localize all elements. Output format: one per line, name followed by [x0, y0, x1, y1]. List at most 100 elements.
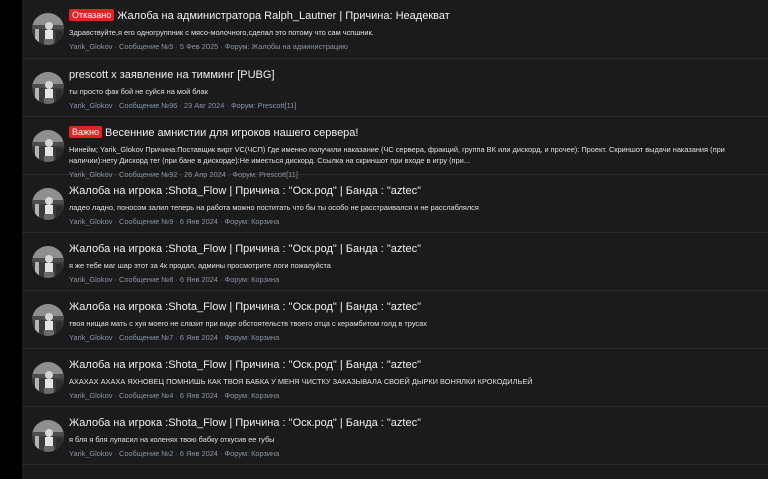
forum-label: Форум:: [224, 42, 250, 51]
meta-separator: ·: [219, 217, 223, 226]
search-results-list: Отказано Жалоба на администратора Ralph_L…: [22, 0, 768, 479]
thread-title-link[interactable]: Жалоба на игрока :Shota_Flow | Причина :…: [69, 358, 760, 372]
result-meta: Yarik_Glokov · Сообщение №96 · 23 Авг 20…: [69, 101, 760, 111]
author-link[interactable]: Yarik_Glokov: [69, 333, 112, 342]
forum-link[interactable]: Корзина: [251, 217, 279, 226]
post-snippet[interactable]: ладео ладно, поносом залил теперь на раб…: [69, 202, 760, 213]
meta-separator: ·: [219, 333, 223, 342]
result-content: Важно Весенние амнистии для игроков нашег…: [69, 126, 760, 180]
thread-prefix-badge: Важно: [69, 126, 103, 138]
search-result-row: Жалоба на игрока :Shota_Flow | Причина :…: [22, 175, 768, 233]
thread-title-text[interactable]: Жалоба на игрока :Shota_Flow | Причина :…: [69, 185, 421, 197]
thread-title-text[interactable]: Жалоба на игрока :Shota_Flow | Причина :…: [69, 301, 421, 313]
forum-link[interactable]: Prescott[11]: [258, 101, 297, 110]
forum-link[interactable]: Корзина: [251, 449, 279, 458]
post-snippet[interactable]: ты просто фак бой не суйся на мой блак: [69, 86, 760, 97]
result-meta: Yarik_Glokov · Сообщение №8 · 6 Янв 2024…: [69, 275, 760, 285]
author-link[interactable]: Yarik_Glokov: [69, 42, 112, 51]
avatar[interactable]: [32, 130, 64, 162]
message-number[interactable]: Сообщение №9: [119, 217, 173, 226]
author-link[interactable]: Yarik_Glokov: [69, 275, 112, 284]
message-number[interactable]: Сообщение №5: [119, 42, 173, 51]
result-meta: Yarik_Glokov · Сообщение №4 · 6 Янв 2024…: [69, 391, 760, 401]
thread-title-link[interactable]: Жалоба на игрока :Shota_Flow | Причина :…: [69, 242, 760, 256]
thread-title-text[interactable]: Жалоба на администратора Ralph_Lautner |…: [117, 10, 450, 22]
meta-separator: ·: [114, 217, 117, 226]
post-snippet[interactable]: я же тебе маг шар этот за 4к продал, адм…: [69, 260, 760, 271]
thread-title-link[interactable]: Жалоба на игрока :Shota_Flow | Причина :…: [69, 184, 760, 198]
author-link[interactable]: Yarik_Glokov: [69, 449, 112, 458]
message-number[interactable]: Сообщение №4: [119, 391, 173, 400]
avatar[interactable]: [32, 420, 64, 452]
avatar[interactable]: [32, 188, 64, 220]
thread-prefix-badge: Отказано: [69, 9, 115, 21]
result-meta: Yarik_Glokov · Сообщение №2 · 6 Янв 2024…: [69, 449, 760, 459]
message-number[interactable]: Сообщение №96: [119, 101, 177, 110]
forum-label: Форум:: [224, 391, 250, 400]
post-date: 6 Янв 2024: [179, 275, 218, 284]
thread-title-text[interactable]: prescott x заявление на тимминг [PUBG]: [69, 69, 275, 81]
author-link[interactable]: Yarik_Glokov: [69, 101, 112, 110]
thread-title-link[interactable]: prescott x заявление на тимминг [PUBG]: [69, 68, 760, 82]
message-number[interactable]: Сообщение №2: [119, 449, 173, 458]
author-link[interactable]: Yarik_Glokov: [69, 391, 112, 400]
post-snippet[interactable]: Здравствуйте,я его одногруппник с мясо-м…: [69, 27, 760, 38]
meta-separator: ·: [226, 101, 229, 110]
search-result-row: Жалоба на игрока :Shota_Flow | Причина :…: [22, 233, 768, 291]
result-content: Жалоба на игрока :Shota_Flow | Причина :…: [69, 358, 760, 401]
meta-separator: ·: [179, 101, 182, 110]
post-snippet[interactable]: АХАХАХ АХАХА ЯХНОВЕЦ ПОМНИШЬ КАК ТВОЯ БА…: [69, 376, 760, 387]
forum-link[interactable]: Корзина: [251, 391, 279, 400]
avatar[interactable]: [32, 362, 64, 394]
forum-label: Форум:: [224, 275, 250, 284]
post-date: 5 Фев 2025: [179, 42, 219, 51]
forum-label: Форум:: [224, 217, 250, 226]
post-date: 23 Авг 2024: [184, 101, 225, 110]
thread-title-text[interactable]: Жалоба на игрока :Shota_Flow | Причина :…: [69, 243, 421, 255]
meta-separator: ·: [219, 391, 223, 400]
thread-title-text[interactable]: Весенние амнистии для игроков нашего сер…: [105, 127, 358, 139]
search-result-row: Важно Весенние амнистии для игроков нашег…: [22, 117, 768, 179]
search-result-row: Отказано Жалоба на администратора Ralph_L…: [22, 0, 768, 59]
result-content: Жалоба на игрока :Shota_Flow | Причина :…: [69, 416, 760, 459]
avatar[interactable]: [32, 304, 64, 336]
result-meta: Yarik_Glokov · Сообщение №7 · 6 Янв 2024…: [69, 333, 760, 343]
result-content: prescott x заявление на тимминг [PUBG] т…: [69, 68, 760, 111]
thread-title-text[interactable]: Жалоба на игрока :Shota_Flow | Причина :…: [69, 359, 421, 371]
post-snippet[interactable]: я бля я бля лупасил на коленях твою бабк…: [69, 434, 760, 445]
meta-separator: ·: [114, 275, 117, 284]
post-snippet[interactable]: Нинейм; Yarik_Glokov Причина:Поставщик в…: [69, 144, 760, 166]
meta-separator: ·: [114, 101, 117, 110]
search-result-row: Жалоба на игрока :Shota_Flow | Причина :…: [22, 407, 768, 465]
search-result-row: prescott x заявление на тимминг [PUBG] т…: [22, 59, 768, 117]
author-link[interactable]: Yarik_Glokov: [69, 217, 112, 226]
forum-link[interactable]: Корзина: [251, 275, 279, 284]
meta-separator: ·: [114, 449, 117, 458]
search-result-row: Жалоба на игрока :Shota_Flow | Причина :…: [22, 291, 768, 349]
avatar[interactable]: [32, 72, 64, 104]
meta-separator: ·: [175, 449, 178, 458]
forum-link[interactable]: Жалобы на администрацию: [251, 42, 347, 51]
message-number[interactable]: Сообщение №8: [119, 275, 173, 284]
thread-title-link[interactable]: Жалоба на игрока :Shota_Flow | Причина :…: [69, 416, 760, 430]
avatar[interactable]: [32, 246, 64, 278]
avatar[interactable]: [32, 13, 64, 45]
post-snippet[interactable]: твоя нищая мать с хуя моего не слазит пр…: [69, 318, 760, 329]
post-date: 6 Янв 2024: [179, 449, 218, 458]
meta-separator: ·: [114, 391, 117, 400]
forum-label: Форум:: [230, 101, 256, 110]
thread-title-link[interactable]: Важно Весенние амнистии для игроков нашег…: [69, 126, 760, 140]
thread-title-text[interactable]: Жалоба на игрока :Shota_Flow | Причина :…: [69, 417, 421, 429]
thread-title-link[interactable]: Отказано Жалоба на администратора Ralph_L…: [69, 9, 760, 23]
forum-link[interactable]: Корзина: [251, 333, 279, 342]
result-meta: Yarik_Glokov · Сообщение №9 · 6 Янв 2024…: [69, 217, 760, 227]
meta-separator: ·: [219, 275, 223, 284]
meta-separator: ·: [175, 333, 178, 342]
result-content: Отказано Жалоба на администратора Ralph_L…: [69, 9, 760, 52]
message-number[interactable]: Сообщение №7: [119, 333, 173, 342]
search-result-row: Жалоба на игрока :Shota_Flow | Причина :…: [22, 349, 768, 407]
result-content: Жалоба на игрока :Shota_Flow | Причина :…: [69, 184, 760, 227]
thread-title-link[interactable]: Жалоба на игрока :Shota_Flow | Причина :…: [69, 300, 760, 314]
post-date: 6 Янв 2024: [179, 217, 218, 226]
meta-separator: ·: [114, 42, 117, 51]
